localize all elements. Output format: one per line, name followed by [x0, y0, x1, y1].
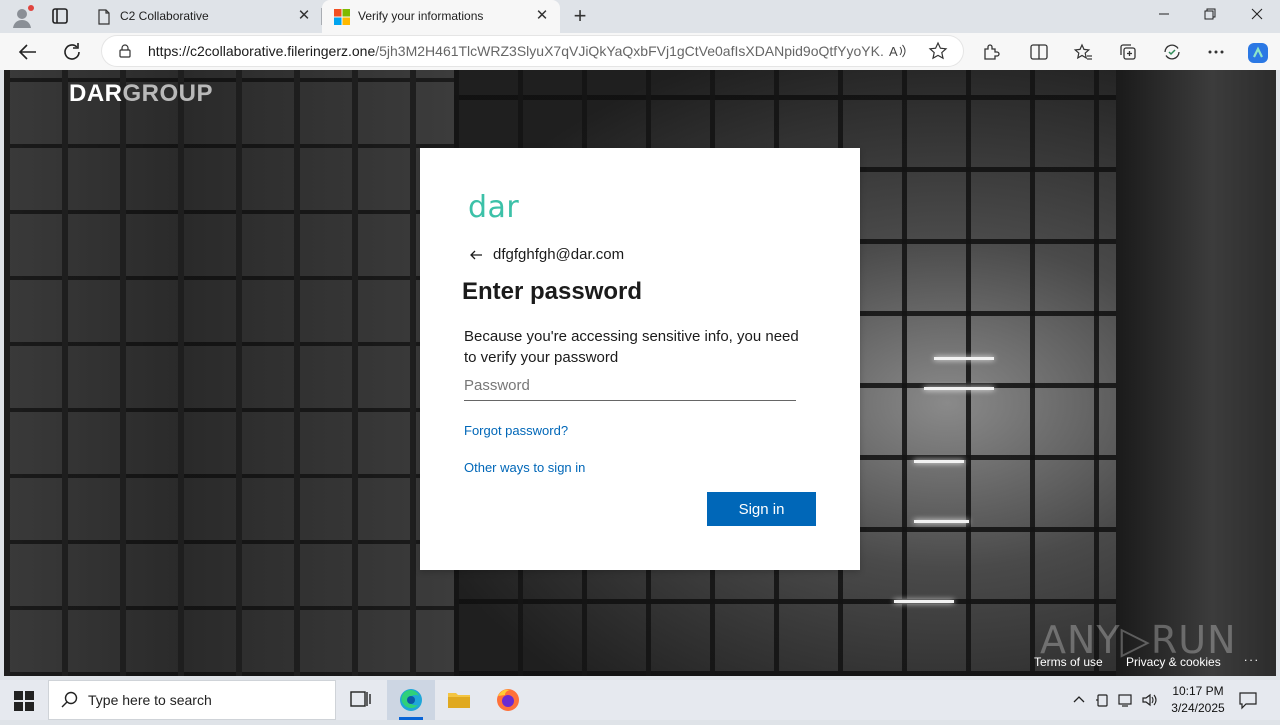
- device-icon[interactable]: [1094, 691, 1112, 709]
- back-arrow-icon[interactable]: [468, 247, 484, 263]
- tab-verify-your-informations[interactable]: Verify your informations ✕: [322, 0, 560, 33]
- privacy-cookies-link[interactable]: Privacy & cookies: [1126, 655, 1221, 669]
- ceiling-light: [914, 520, 969, 523]
- restore-icon[interactable]: [1187, 4, 1233, 28]
- more-footer-button[interactable]: ...: [1244, 650, 1260, 664]
- browser-toolbar: https://c2collaborative.fileringerz.one/…: [0, 33, 1280, 70]
- browser-essentials-icon[interactable]: [1162, 42, 1182, 62]
- favorites-icon[interactable]: [1073, 42, 1093, 62]
- system-clock[interactable]: 10:17 PM 3/24/2025: [1160, 683, 1236, 717]
- description-text: Because you're accessing sensitive info,…: [464, 328, 799, 366]
- notification-dot: [28, 5, 34, 11]
- extensions-icon[interactable]: [981, 42, 1001, 62]
- tab-title: Verify your informations: [358, 9, 484, 23]
- tab-title: C2 Collaborative: [120, 9, 209, 23]
- notification-center-icon[interactable]: [1238, 690, 1258, 710]
- clock-date: 3/24/2025: [1171, 701, 1225, 715]
- close-window-icon[interactable]: [1234, 4, 1280, 28]
- search-placeholder: Type here to search: [88, 692, 212, 708]
- edge-browser-icon[interactable]: [387, 680, 435, 720]
- profile-avatar-icon[interactable]: [10, 5, 34, 29]
- new-tab-plus-icon[interactable]: +: [568, 5, 592, 29]
- taskbar-search-box[interactable]: Type here to search: [48, 680, 336, 720]
- search-icon: [61, 691, 79, 709]
- ceiling-light: [934, 357, 994, 360]
- windows-taskbar: Type here to search 10:17 PM 3/24/2025: [0, 680, 1280, 720]
- background-panel: [1116, 70, 1276, 676]
- browser-tab-strip: C2 Collaborative ✕ Verify your informati…: [0, 0, 1280, 33]
- other-ways-to-sign-in-link[interactable]: Other ways to sign in: [464, 460, 585, 475]
- password-input[interactable]: [464, 371, 796, 401]
- forgot-password-link[interactable]: Forgot password?: [464, 423, 568, 438]
- terms-of-use-link[interactable]: Terms of use: [1034, 655, 1103, 669]
- task-view-icon[interactable]: [336, 680, 384, 720]
- more-options-icon[interactable]: [1206, 42, 1226, 62]
- back-arrow-icon[interactable]: [16, 40, 40, 64]
- collections-icon[interactable]: [1118, 42, 1138, 62]
- background-building-left: [4, 70, 454, 676]
- ceiling-light: [914, 460, 964, 463]
- volume-icon[interactable]: [1141, 691, 1159, 709]
- file-explorer-icon[interactable]: [435, 680, 483, 720]
- page-icon: [96, 9, 112, 25]
- page-title: Enter password: [462, 278, 643, 305]
- web-page: DARGROUP dar dfgfghfgh@dar.com Enter pas…: [4, 70, 1276, 676]
- dargroup-logo: DARGROUP: [69, 80, 213, 108]
- favorite-star-icon[interactable]: [928, 41, 948, 61]
- svg-text:A: A: [889, 44, 898, 59]
- network-icon[interactable]: [1117, 691, 1135, 709]
- close-tab-icon[interactable]: ✕: [296, 8, 312, 24]
- tab-c2-collaborative[interactable]: C2 Collaborative ✕: [84, 0, 322, 33]
- logo-part-dar: DAR: [69, 80, 123, 107]
- close-tab-icon[interactable]: ✕: [534, 8, 550, 24]
- logo-part-group: GROUP: [122, 80, 214, 107]
- minimize-icon[interactable]: [1141, 4, 1187, 28]
- tab-actions-icon[interactable]: [48, 6, 72, 26]
- copilot-icon[interactable]: [1246, 41, 1270, 65]
- ceiling-light: [894, 600, 954, 603]
- url-text[interactable]: https://c2collaborative.fileringerz.one/…: [148, 43, 884, 59]
- refresh-icon[interactable]: [60, 40, 84, 64]
- lock-icon[interactable]: [118, 44, 132, 58]
- sign-in-card: dar dfgfghfgh@dar.com Enter password Bec…: [420, 148, 860, 570]
- url-domain: https://c2collaborative.fileringerz.one: [148, 43, 376, 59]
- dar-brand-logo: dar: [468, 190, 520, 225]
- address-bar[interactable]: https://c2collaborative.fileringerz.one/…: [102, 36, 963, 66]
- url-path: /5jh3M2H461TlcWRZ3SlyuX7qVJiQkYaQxbFVj1g…: [375, 43, 884, 59]
- ceiling-light: [924, 387, 994, 390]
- firefox-icon[interactable]: [484, 680, 532, 720]
- read-aloud-icon[interactable]: A: [888, 42, 908, 60]
- microsoft-logo-icon: [334, 9, 350, 25]
- windows-start-icon[interactable]: [14, 691, 34, 711]
- split-screen-icon[interactable]: [1029, 42, 1049, 62]
- sign-in-button[interactable]: Sign in: [707, 492, 816, 526]
- show-hidden-icons-chevron-up-icon[interactable]: [1070, 691, 1088, 709]
- clock-time: 10:17 PM: [1172, 684, 1224, 698]
- account-identity: dfgfghfgh@dar.com: [493, 246, 625, 263]
